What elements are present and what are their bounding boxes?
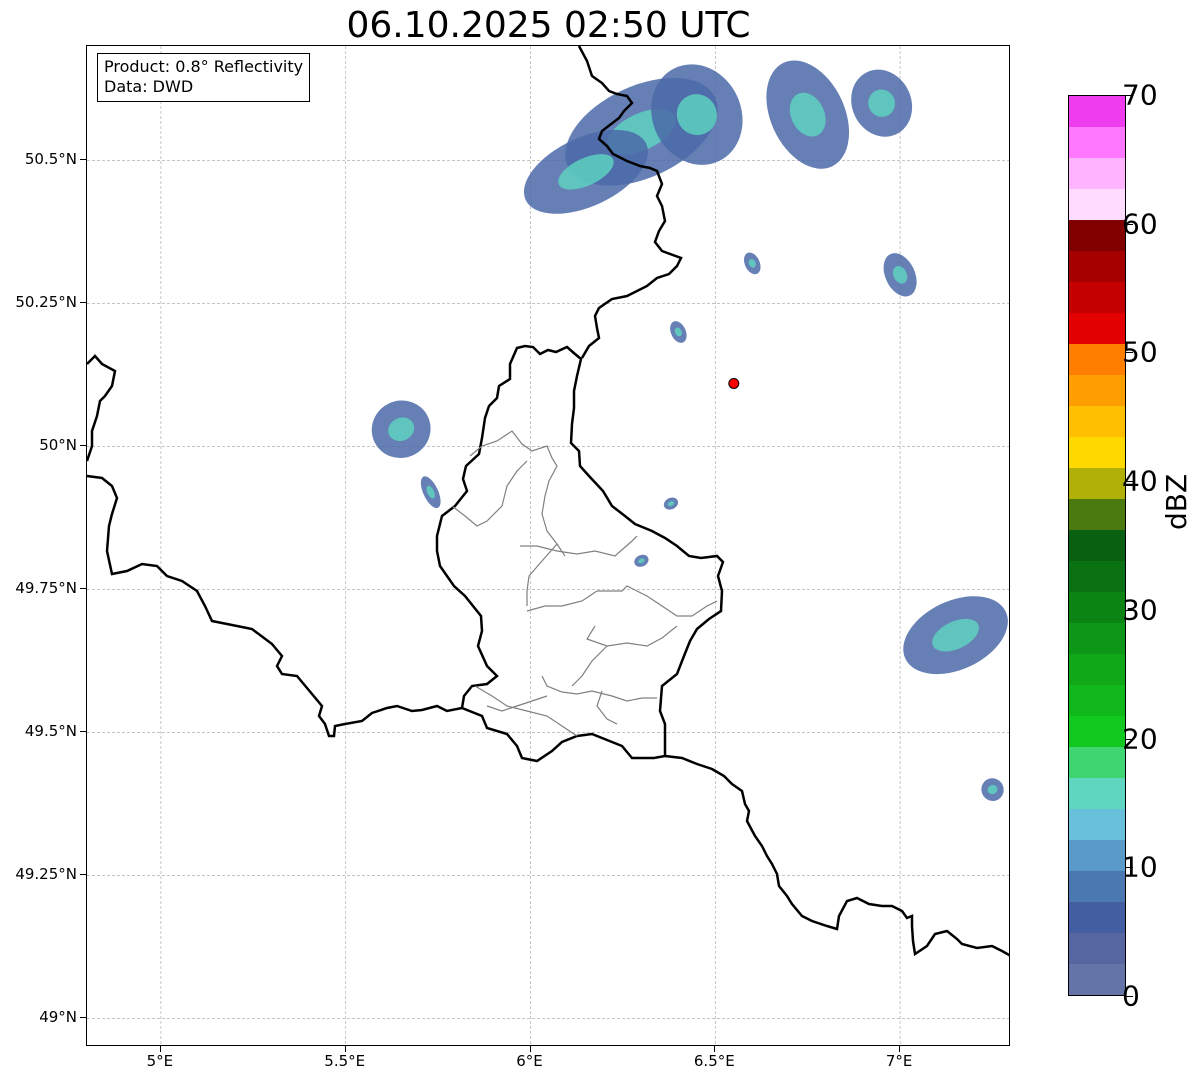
radar-site-marker[interactable] xyxy=(728,377,740,389)
colorbar-segment xyxy=(1069,344,1125,375)
france-belgium-border xyxy=(87,354,117,462)
colorbar-segment xyxy=(1069,592,1125,623)
map-title: 06.10.2025 02:50 UTC xyxy=(346,5,751,46)
france-germany-border xyxy=(664,754,1009,957)
colorbar-segment xyxy=(1069,871,1125,902)
longitude-tick-mark xyxy=(529,1046,531,1052)
latitude-tick-mark xyxy=(80,731,86,733)
colorbar-tick-label: 70 xyxy=(1122,78,1158,112)
colorbar-segment xyxy=(1069,809,1125,840)
latitude-tick-label: 49°N xyxy=(39,1008,77,1027)
colorbar-segment xyxy=(1069,530,1125,561)
colorbar-segment xyxy=(1069,406,1125,437)
colorbar-tick-label: 30 xyxy=(1122,593,1158,627)
colorbar-segment xyxy=(1069,778,1125,809)
colorbar-tick-label: 20 xyxy=(1122,722,1158,756)
info-box: Product: 0.8° Reflectivity Data: DWD xyxy=(97,53,311,102)
colorbar xyxy=(1068,95,1126,996)
colorbar-segment xyxy=(1069,561,1125,592)
colorbar-segment xyxy=(1069,964,1125,995)
latitude-tick-mark xyxy=(80,445,86,447)
colorbar-segment xyxy=(1069,127,1125,158)
colorbar-segment xyxy=(1069,840,1125,871)
colorbar-segment xyxy=(1069,251,1125,282)
colorbar-segment xyxy=(1069,685,1125,716)
colorbar-segment xyxy=(1069,468,1125,499)
latitude-tick-label: 50°N xyxy=(39,436,77,455)
colorbar-segment xyxy=(1069,933,1125,964)
longitude-tick-mark xyxy=(159,1046,161,1052)
colorbar-segment xyxy=(1069,623,1125,654)
longitude-tick-mark xyxy=(344,1046,346,1052)
colorbar-tick-label: 0 xyxy=(1122,979,1140,1013)
product-label: Product: 0.8° Reflectivity xyxy=(104,57,304,76)
radar-map[interactable] xyxy=(86,45,1010,1046)
colorbar-segment xyxy=(1069,902,1125,933)
colorbar-segment xyxy=(1069,747,1125,778)
latitude-tick-label: 49.25°N xyxy=(15,865,77,884)
colorbar-segment xyxy=(1069,220,1125,251)
colorbar-segment xyxy=(1069,313,1125,344)
colorbar-unit-label: dBZ xyxy=(1160,473,1193,530)
france-belgium-border-south xyxy=(87,474,463,738)
colorbar-segment xyxy=(1069,437,1125,468)
latitude-tick-mark xyxy=(80,302,86,304)
longitude-tick-label: 5°E xyxy=(146,1052,174,1070)
longitude-tick-mark xyxy=(714,1046,716,1052)
colorbar-segment xyxy=(1069,716,1125,747)
latitude-tick-mark xyxy=(80,588,86,590)
radar-echo-layer xyxy=(371,60,1008,801)
colorbar-segment xyxy=(1069,375,1125,406)
colorbar-tick-label: 40 xyxy=(1122,464,1158,498)
canton-boundaries xyxy=(451,430,718,737)
latitude-tick-label: 49.75°N xyxy=(15,579,77,598)
colorbar-segment xyxy=(1069,189,1125,220)
latitude-tick-label: 50.25°N xyxy=(15,293,77,312)
colorbar-tick-label: 60 xyxy=(1122,207,1158,241)
colorbar-segment xyxy=(1069,282,1125,313)
latitude-tick-mark xyxy=(80,159,86,161)
longitude-tick-mark xyxy=(899,1046,901,1052)
colorbar-segment xyxy=(1069,158,1125,189)
longitude-tick-label: 6°E xyxy=(516,1052,543,1070)
colorbar-segment xyxy=(1069,96,1125,127)
colorbar-tick-label: 10 xyxy=(1122,850,1158,884)
map-canvas xyxy=(87,46,1009,1045)
latitude-tick-label: 49.5°N xyxy=(24,722,77,741)
colorbar-segment xyxy=(1069,499,1125,530)
data-source-label: Data: DWD xyxy=(104,77,194,96)
colorbar-tick-label: 50 xyxy=(1122,335,1158,369)
longitude-tick-label: 7°E xyxy=(885,1052,913,1070)
longitude-tick-label: 6.5°E xyxy=(693,1052,735,1070)
latitude-tick-label: 50.5°N xyxy=(24,150,77,169)
latitude-tick-mark xyxy=(80,1017,86,1019)
colorbar-segment xyxy=(1069,654,1125,685)
longitude-tick-label: 5.5°E xyxy=(324,1052,366,1070)
latitude-tick-mark xyxy=(80,874,86,876)
